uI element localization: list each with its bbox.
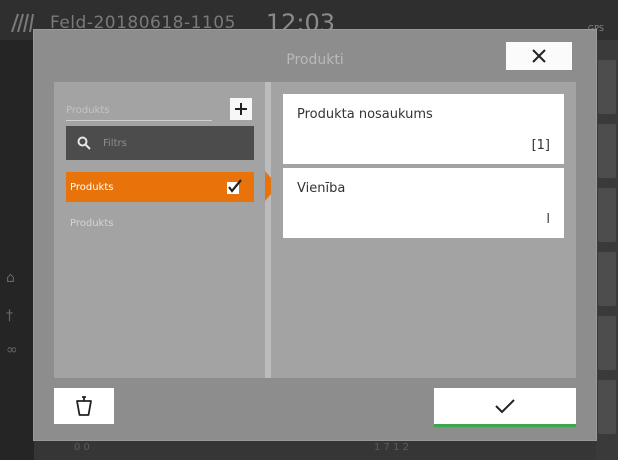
products-dialog: Produkti Produkts Produkts	[34, 30, 596, 440]
product-list-panel: Produkts Produkts Produkts	[54, 82, 265, 378]
delete-button[interactable]	[54, 388, 114, 424]
filter-input[interactable]	[101, 136, 245, 150]
tool-icon: †	[6, 308, 13, 324]
attribute-label: Vienība	[297, 181, 346, 196]
right-toolbar	[596, 40, 618, 460]
confirm-button[interactable]	[434, 388, 576, 427]
list-item-product-1[interactable]: Produkts	[66, 172, 254, 202]
search-icon	[77, 136, 91, 150]
bottom-status-text: 0 0	[74, 442, 90, 453]
attribute-unit[interactable]: Vienība l	[283, 168, 564, 238]
tool-icon: ∞	[6, 342, 18, 358]
dialog-footer	[54, 388, 576, 428]
attribute-value: l	[546, 212, 550, 227]
left-toolbar: ⌂ † ∞	[0, 40, 34, 460]
plus-icon	[235, 103, 247, 115]
attribute-label: Produkta nosaukums	[297, 107, 433, 122]
list-item-product-2[interactable]: Produkts	[66, 208, 254, 238]
side-button[interactable]	[598, 316, 616, 370]
product-name-field[interactable]: Produkts	[66, 102, 212, 121]
checkmark-icon	[495, 399, 515, 414]
field-icon	[10, 12, 36, 34]
tool-icon: ⌂	[6, 270, 15, 286]
checkbox-checked-icon[interactable]	[226, 179, 242, 195]
filter-box[interactable]	[66, 126, 254, 160]
side-button[interactable]	[598, 60, 616, 114]
close-button[interactable]	[506, 42, 572, 70]
add-product-button[interactable]	[230, 98, 252, 120]
attribute-product-name[interactable]: Produkta nosaukums [1]	[283, 94, 564, 164]
trash-icon	[76, 396, 92, 416]
bottom-status-text: 1 7 1 2	[374, 442, 409, 453]
list-item-label: Produkts	[70, 181, 114, 193]
side-button[interactable]	[598, 188, 616, 242]
bottom-status-strip: 0 0 1 7 1 2	[34, 438, 596, 460]
side-button[interactable]	[598, 380, 616, 434]
close-icon	[532, 49, 546, 63]
side-button[interactable]	[598, 124, 616, 178]
product-details-panel: Produkta nosaukums [1] Vienība l	[271, 82, 576, 378]
list-item-label: Produkts	[70, 217, 114, 229]
side-button[interactable]	[598, 252, 616, 306]
attribute-value: [1]	[531, 138, 550, 153]
